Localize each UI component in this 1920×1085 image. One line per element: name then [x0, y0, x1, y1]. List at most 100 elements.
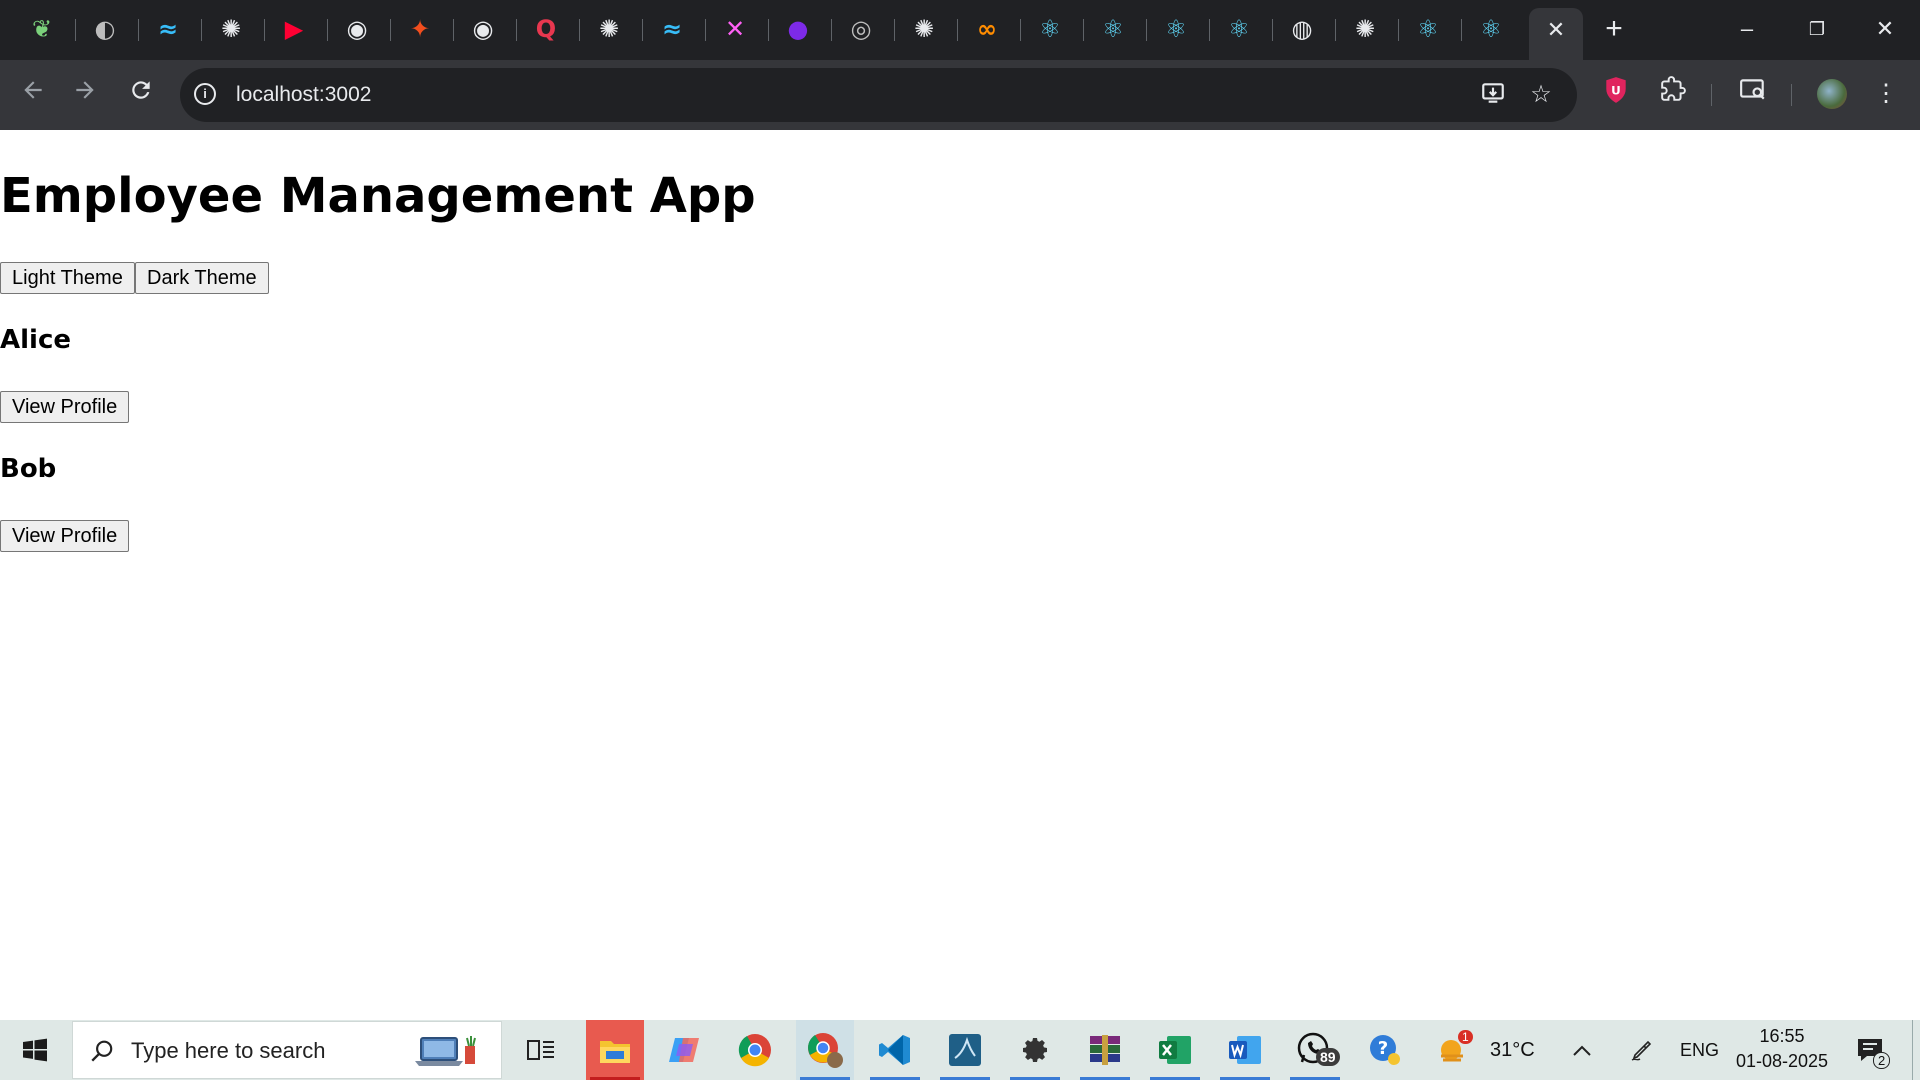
- browser-tab[interactable]: ✕: [720, 14, 750, 44]
- active-tab[interactable]: ✕: [1529, 8, 1583, 60]
- tab-separator: [1020, 19, 1021, 41]
- tab-separator: [1083, 19, 1084, 41]
- pen-icon[interactable]: [1620, 1020, 1664, 1080]
- employee-name: Alice: [0, 325, 71, 355]
- browser-tab[interactable]: ✦: [405, 14, 435, 44]
- tab-separator: [201, 19, 202, 41]
- tab-separator: [957, 19, 958, 41]
- dark-theme-button[interactable]: Dark Theme: [135, 262, 269, 294]
- temperature-text[interactable]: 31°C: [1490, 1020, 1535, 1080]
- close-tab-icon[interactable]: ✕: [1529, 8, 1583, 52]
- browser-tab[interactable]: ✺: [216, 14, 246, 44]
- excel-icon[interactable]: [1146, 1020, 1204, 1080]
- browser-tab[interactable]: ≈: [657, 14, 687, 44]
- tab-separator: [1146, 19, 1147, 41]
- minimize-button[interactable]: –: [1715, 0, 1779, 58]
- browser-tab[interactable]: ◍: [1287, 14, 1317, 44]
- browser-tab[interactable]: ⚛: [1413, 14, 1443, 44]
- mysql-workbench-icon[interactable]: [936, 1020, 994, 1080]
- vscode-icon[interactable]: [866, 1020, 924, 1080]
- whatsapp-icon[interactable]: 89: [1286, 1020, 1344, 1080]
- ublock-extension-icon[interactable]: U: [1598, 76, 1634, 112]
- browser-tab[interactable]: ◎: [846, 14, 876, 44]
- browser-menu-icon[interactable]: ⋮: [1868, 76, 1904, 112]
- windows-start-icon[interactable]: [0, 1020, 70, 1080]
- react-icon: ⚛: [1102, 15, 1124, 43]
- chrome-profile-icon[interactable]: [796, 1020, 854, 1080]
- leaf-icon: ❦: [31, 15, 53, 43]
- notification-center-icon[interactable]: 2: [1845, 1020, 1895, 1080]
- view-profile-button[interactable]: View Profile: [0, 520, 130, 552]
- browser-tab[interactable]: ◐: [90, 14, 120, 44]
- show-desktop-button[interactable]: [1912, 1020, 1913, 1080]
- gpt-app-icon: ◉: [346, 15, 368, 43]
- file-explorer-icon[interactable]: [586, 1020, 644, 1080]
- chevron-up-icon[interactable]: [1560, 1020, 1604, 1080]
- bookmark-star-icon[interactable]: ☆: [1526, 80, 1556, 110]
- tab-separator: [1272, 19, 1273, 41]
- tab-separator: [1335, 19, 1336, 41]
- codepen-infinity-icon: ∞: [977, 15, 997, 43]
- browser-tab[interactable]: ◉: [468, 14, 498, 44]
- tab-strip: ❦ ◐ ≈ ✺ ▶ ◉ ✦ ◉ Q ✺ ≈ ✕ ● ◎ ✺ ∞ ⚛ ⚛ ⚛ ⚛ ◍ ✺ ⚛ ⚛ ✕ + – ❐ ✕: [0, 0, 1920, 60]
- forward-arrow-icon[interactable]: [66, 75, 104, 113]
- extensions-puzzle-icon[interactable]: [1655, 76, 1691, 112]
- tab-separator: [327, 19, 328, 41]
- system-clock[interactable]: 16:55 01-08-2025: [1722, 1024, 1842, 1074]
- circle-logo-icon: ◎: [850, 15, 872, 43]
- task-view-icon[interactable]: [512, 1020, 570, 1080]
- language-indicator[interactable]: ENG: [1680, 1020, 1719, 1080]
- word-icon[interactable]: [1216, 1020, 1274, 1080]
- copilot-icon[interactable]: [656, 1020, 714, 1080]
- url-text[interactable]: localhost:3002: [236, 68, 371, 122]
- taskbar-search-input[interactable]: Type here to search: [72, 1021, 502, 1079]
- browser-tab[interactable]: ⚛: [1224, 14, 1254, 44]
- tab-separator: [768, 19, 769, 41]
- svg-text:U: U: [1611, 83, 1621, 97]
- browser-tab[interactable]: ⚛: [1098, 14, 1128, 44]
- tab-search-icon[interactable]: [1735, 76, 1771, 112]
- browser-tab[interactable]: ●: [783, 14, 813, 44]
- settings-gear-icon[interactable]: [1006, 1020, 1064, 1080]
- close-window-button[interactable]: ✕: [1853, 0, 1917, 58]
- winrar-icon[interactable]: [1076, 1020, 1134, 1080]
- site-info-icon[interactable]: i: [194, 83, 216, 105]
- browser-tab[interactable]: ✺: [1350, 14, 1380, 44]
- canva-icon: ●: [787, 15, 809, 43]
- weather-icon[interactable]: 1: [1430, 1020, 1476, 1080]
- reload-icon[interactable]: [122, 75, 160, 113]
- browser-tab[interactable]: ⚛: [1476, 14, 1506, 44]
- light-theme-button[interactable]: Light Theme: [0, 262, 135, 294]
- tab-separator: [1461, 19, 1462, 41]
- install-app-icon[interactable]: [1478, 80, 1508, 110]
- browser-tab[interactable]: ≈: [153, 14, 183, 44]
- browser-tab[interactable]: ❦: [27, 14, 57, 44]
- weather-badge: 1: [1458, 1030, 1473, 1044]
- browser-tab[interactable]: ✺: [909, 14, 939, 44]
- browser-tab[interactable]: Q: [531, 14, 561, 44]
- view-profile-button[interactable]: View Profile: [0, 391, 130, 423]
- tab-separator: [705, 19, 706, 41]
- browser-tab[interactable]: ✺: [594, 14, 624, 44]
- employee-name: Bob: [0, 454, 57, 484]
- browser-tab[interactable]: ∞: [972, 14, 1002, 44]
- tab-separator: [75, 19, 76, 41]
- back-arrow-icon[interactable]: [14, 75, 52, 113]
- help-icon[interactable]: ?: [1356, 1020, 1414, 1080]
- browser-tab[interactable]: ▶: [279, 14, 309, 44]
- gpt-app-icon: ◉: [472, 15, 494, 43]
- xd-icon: ✕: [724, 15, 746, 43]
- new-tab-button[interactable]: +: [1596, 12, 1632, 48]
- browser-tab[interactable]: ⚛: [1035, 14, 1065, 44]
- tailwind-icon: ≈: [157, 15, 179, 43]
- browser-tab[interactable]: ⚛: [1161, 14, 1191, 44]
- chrome-icon: ◍: [1291, 15, 1313, 43]
- tab-separator: [1398, 19, 1399, 41]
- clock-date: 01-08-2025: [1735, 1051, 1829, 1071]
- chrome-icon[interactable]: [726, 1020, 784, 1080]
- tab-separator: [138, 19, 139, 41]
- address-bar[interactable]: i localhost:3002 ☆: [180, 68, 1577, 122]
- profile-avatar[interactable]: [1814, 76, 1850, 112]
- restore-button[interactable]: ❐: [1785, 0, 1849, 58]
- browser-tab[interactable]: ◉: [342, 14, 372, 44]
